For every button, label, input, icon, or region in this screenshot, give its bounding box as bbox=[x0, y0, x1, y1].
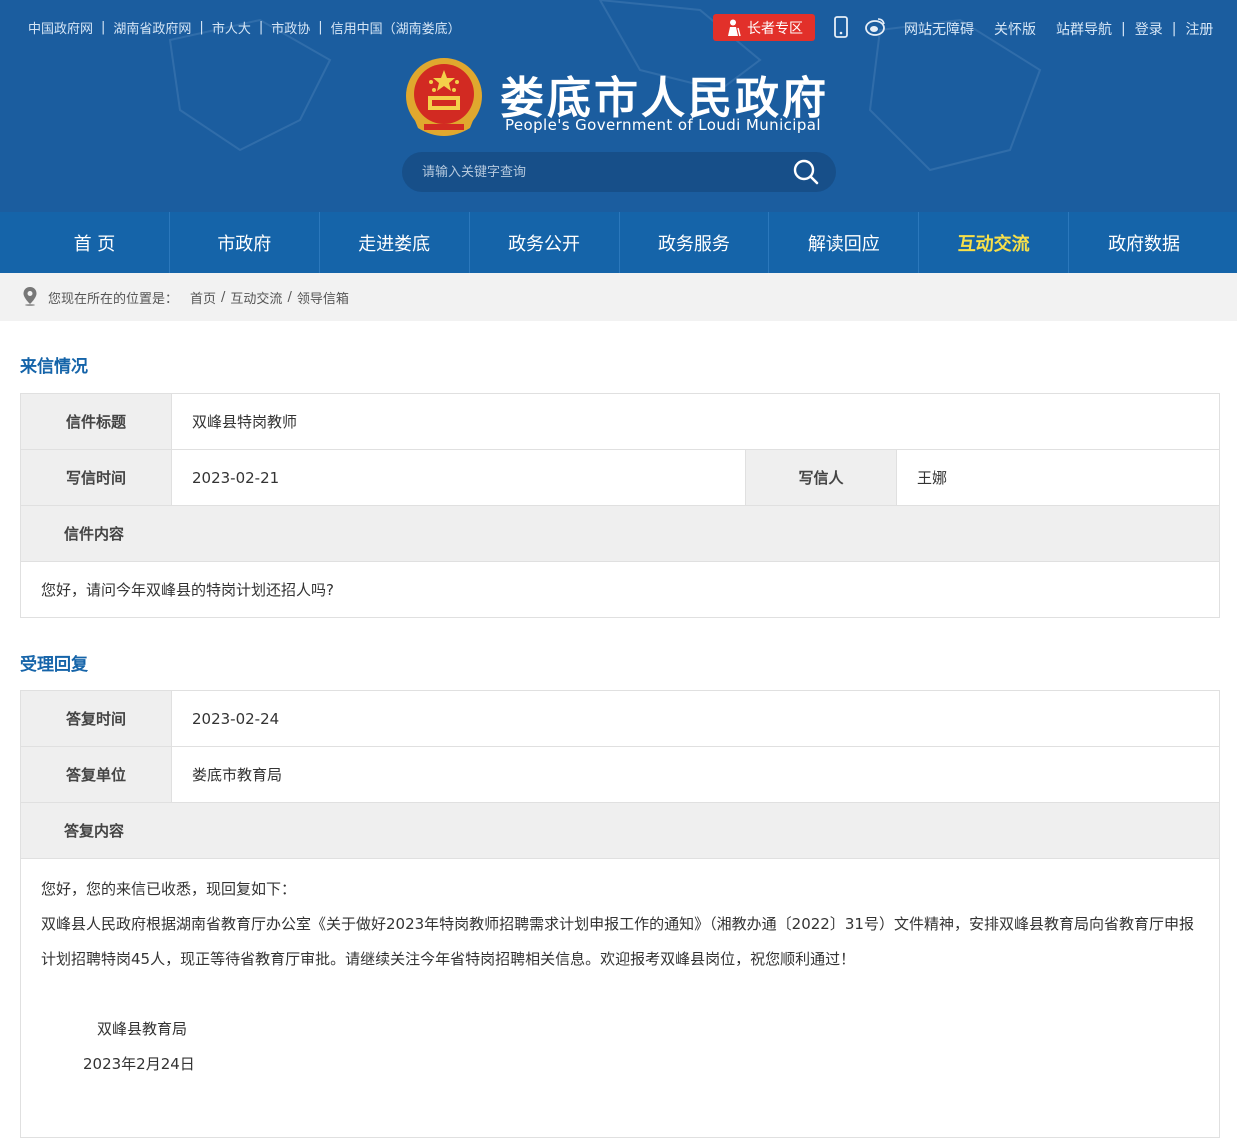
breadcrumb-home[interactable]: 首页 bbox=[190, 288, 216, 307]
tool-icons bbox=[834, 16, 886, 38]
nav-item-city-gov[interactable]: 市政府 bbox=[170, 212, 320, 273]
reply-unit-label: 答复单位 bbox=[20, 746, 172, 803]
site-subtitle: People's Government of Loudi Municipal bbox=[505, 116, 821, 134]
search-input[interactable] bbox=[422, 152, 782, 192]
divider: | bbox=[199, 19, 204, 35]
main-nav: 首 页 市政府 走进娄底 政务公开 政务服务 解读回应 互动交流 政府数据 bbox=[0, 212, 1237, 273]
top-link-hunan-gov[interactable]: 湖南省政府网 bbox=[113, 18, 191, 37]
letter-title-label: 信件标题 bbox=[20, 393, 172, 450]
breadcrumb: 您现在所在的位置是： 首页 / 互动交流 / 领导信箱 bbox=[48, 288, 349, 307]
top-link-gov-cn[interactable]: 中国政府网 bbox=[28, 18, 93, 37]
breadcrumb-lead: 您现在所在的位置是： bbox=[48, 292, 179, 307]
location-pin-icon bbox=[23, 287, 37, 306]
letter-time-value: 2023-02-21 bbox=[171, 449, 746, 506]
search-icon[interactable] bbox=[792, 158, 820, 186]
care-version-link[interactable]: 关怀版 bbox=[994, 19, 1036, 39]
letter-table: 信件标题 双峰县特岗教师 写信时间 2023-02-21 写信人 王娜 信件内容… bbox=[20, 393, 1220, 618]
mobile-icon[interactable] bbox=[834, 16, 848, 38]
elder-zone-label: 长者专区 bbox=[747, 20, 803, 37]
elder-zone-button[interactable]: 长者专区 bbox=[713, 14, 815, 41]
reply-section-title: 受理回复 bbox=[20, 655, 88, 675]
reply-time-label: 答复时间 bbox=[20, 690, 172, 747]
nav-item-about-loudi[interactable]: 走进娄底 bbox=[320, 212, 470, 273]
letter-content-label: 信件内容 bbox=[20, 505, 1220, 562]
accessible-link[interactable]: 网站无障碍 bbox=[904, 19, 974, 39]
national-emblem-logo bbox=[406, 58, 482, 136]
top-link-npc[interactable]: 市人大 bbox=[212, 18, 251, 37]
reply-signature-date: 2023年2月24日 bbox=[83, 1055, 195, 1073]
utility-links: 网站无障碍 关怀版 站群导航 | 登录 | 注册 bbox=[904, 19, 1213, 39]
login-link[interactable]: 登录 bbox=[1135, 19, 1163, 39]
reply-greeting: 您好，您的来信已收悉，现回复如下： bbox=[41, 880, 297, 898]
top-link-cppcc[interactable]: 市政协 bbox=[271, 18, 310, 37]
reply-body-text: 双峰县人民政府根据湖南省教育厅办公室《关于做好2023年特岗教师招聘需求计划申报… bbox=[41, 915, 1194, 968]
elder-person-icon bbox=[728, 19, 741, 36]
breadcrumb-interaction[interactable]: 互动交流 bbox=[230, 288, 282, 307]
top-link-credit-china[interactable]: 信用中国（湖南娄底） bbox=[331, 18, 461, 37]
reply-content-label: 答复内容 bbox=[20, 802, 1220, 859]
letter-title-value: 双峰县特岗教师 bbox=[171, 393, 1220, 450]
divider: | bbox=[258, 19, 264, 35]
letter-content-value: 您好，请问今年双峰县的特岗计划还招人吗? bbox=[20, 561, 1220, 618]
weibo-icon[interactable] bbox=[864, 17, 886, 37]
search-box bbox=[402, 152, 836, 192]
reply-content-body: 您好，您的来信已收悉，现回复如下： 双峰县人民政府根据湖南省教育厅办公室《关于做… bbox=[20, 858, 1220, 1138]
register-link[interactable]: 注册 bbox=[1185, 19, 1213, 39]
reply-table: 答复时间 2023-02-24 答复单位 娄底市教育局 答复内容 bbox=[20, 690, 1220, 859]
divider: | bbox=[101, 19, 106, 35]
divider: | bbox=[1121, 21, 1126, 37]
divider: | bbox=[1171, 21, 1177, 37]
reply-time-value: 2023-02-24 bbox=[171, 690, 1220, 747]
reply-signature-unit: 双峰县教育局 bbox=[97, 1020, 188, 1038]
nav-item-gov-services[interactable]: 政务服务 bbox=[620, 212, 770, 273]
site-group-nav-link[interactable]: 站群导航 bbox=[1056, 19, 1112, 39]
nav-item-home[interactable]: 首 页 bbox=[20, 212, 170, 273]
top-links: 中国政府网 | 湖南省政府网 | 市人大 | 市政协 | 信用中国（湖南娄底） bbox=[28, 17, 461, 37]
nav-item-interpretation[interactable]: 解读回应 bbox=[769, 212, 920, 273]
nav-item-gov-data[interactable]: 政府数据 bbox=[1069, 212, 1219, 273]
divider: | bbox=[318, 19, 323, 35]
reply-unit-value: 娄底市教育局 bbox=[171, 746, 1220, 803]
letter-writer-value: 王娜 bbox=[896, 449, 1220, 506]
breadcrumb-leader-mailbox[interactable]: 领导信箱 bbox=[297, 288, 349, 307]
letter-section-title: 来信情况 bbox=[20, 357, 88, 377]
nav-item-gov-affairs-open[interactable]: 政务公开 bbox=[470, 212, 620, 273]
letter-time-label: 写信时间 bbox=[20, 449, 172, 506]
letter-writer-label: 写信人 bbox=[745, 449, 897, 506]
site-header: 中国政府网 | 湖南省政府网 | 市人大 | 市政协 | 信用中国（湖南娄底） … bbox=[0, 0, 1237, 212]
nav-item-interaction[interactable]: 互动交流 bbox=[919, 212, 1070, 273]
